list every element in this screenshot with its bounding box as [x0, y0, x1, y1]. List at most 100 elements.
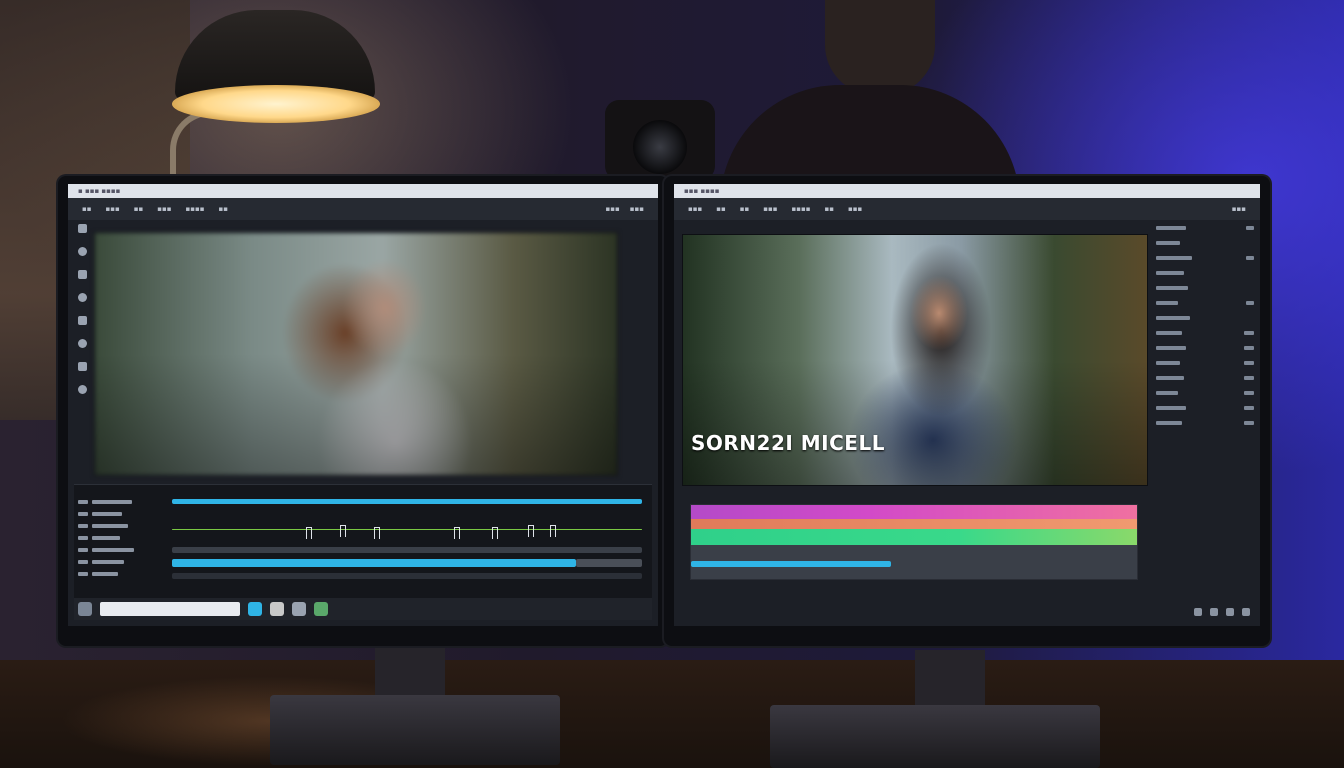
- menu-item[interactable]: ▪▪▪: [106, 205, 120, 213]
- clip-marker[interactable]: [340, 525, 346, 537]
- camera-lens: [633, 120, 687, 174]
- clip-marker[interactable]: [550, 525, 556, 537]
- status-icons: [1194, 608, 1250, 616]
- menu-item[interactable]: ▪▪▪: [157, 205, 171, 213]
- program-viewer[interactable]: SORN22I MICELL: [682, 234, 1148, 486]
- lamp-light: [172, 85, 380, 123]
- app-icon[interactable]: [248, 602, 262, 616]
- cut-tool-icon[interactable]: [77, 270, 87, 279]
- left-screen: ▪ ▪▪▪ ▪▪▪▪ ▪▪ ▪▪▪ ▪▪ ▪▪▪ ▪▪▪▪ ▪▪ ▪▪▪ ▪▪▪: [68, 184, 658, 626]
- menu-item[interactable]: ▪▪▪: [763, 205, 777, 213]
- video-clip[interactable]: [172, 499, 642, 504]
- pen-tool-icon[interactable]: [77, 316, 87, 325]
- grade-band-magenta: [691, 505, 1137, 519]
- left-monitor-base: [270, 695, 560, 765]
- track-label: [78, 499, 158, 505]
- title-overlay-text: SORN22I MICELL: [691, 431, 885, 455]
- audio-line[interactable]: [172, 529, 642, 530]
- panel-row[interactable]: [1156, 224, 1254, 231]
- menu-item[interactable]: ▪▪▪: [1232, 205, 1246, 213]
- right-titlebar: ▪▪▪ ▪▪▪▪: [674, 184, 1260, 198]
- search-input[interactable]: [100, 602, 240, 616]
- text-tool-icon[interactable]: [77, 362, 87, 371]
- menu-item[interactable]: ▪▪: [740, 205, 750, 213]
- panel-row[interactable]: [1156, 344, 1254, 351]
- panel-row[interactable]: [1156, 404, 1254, 411]
- menu-right: ▪▪▪ ▪▪▪: [606, 205, 644, 213]
- grade-band-green: [691, 529, 1137, 545]
- effects-panel: [1156, 224, 1254, 426]
- status-icon[interactable]: [1242, 608, 1250, 616]
- track-label: [78, 547, 158, 553]
- panel-row[interactable]: [1156, 284, 1254, 291]
- viewer-shade: [95, 233, 617, 475]
- grade-band-orange: [691, 519, 1137, 529]
- status-icon[interactable]: [1226, 608, 1234, 616]
- menu-item[interactable]: ▪▪▪: [606, 205, 620, 213]
- app-icon[interactable]: [292, 602, 306, 616]
- track-bar[interactable]: [172, 573, 642, 579]
- track-bar[interactable]: [576, 559, 642, 567]
- zoom-tool-icon[interactable]: [77, 293, 87, 302]
- panel-row[interactable]: [1156, 239, 1254, 246]
- track-bar[interactable]: [172, 547, 642, 553]
- tool-rail: [74, 224, 90, 394]
- panel-row[interactable]: [1156, 374, 1254, 381]
- left-timeline[interactable]: [74, 484, 652, 600]
- source-viewer[interactable]: [94, 232, 618, 476]
- panel-row[interactable]: [1156, 419, 1254, 426]
- menu-item[interactable]: ▪▪: [716, 205, 726, 213]
- hand-tool-icon[interactable]: [77, 339, 87, 348]
- menu-item[interactable]: ▪▪▪▪: [791, 205, 810, 213]
- left-monitor: ▪ ▪▪▪ ▪▪▪▪ ▪▪ ▪▪▪ ▪▪ ▪▪▪ ▪▪▪▪ ▪▪ ▪▪▪ ▪▪▪: [58, 176, 668, 646]
- clip-marker[interactable]: [374, 527, 380, 539]
- clip-marker[interactable]: [528, 525, 534, 537]
- menu-item[interactable]: ▪▪: [218, 205, 228, 213]
- track-label: [78, 571, 158, 577]
- menu-item[interactable]: ▪▪: [824, 205, 834, 213]
- app-icon[interactable]: [314, 602, 328, 616]
- panel-row[interactable]: [1156, 299, 1254, 306]
- panel-row[interactable]: [1156, 329, 1254, 336]
- menu-item[interactable]: ▪▪: [82, 205, 92, 213]
- panel-row[interactable]: [1156, 269, 1254, 276]
- clip-marker[interactable]: [492, 527, 498, 539]
- photo-scene: ▪ ▪▪▪ ▪▪▪▪ ▪▪ ▪▪▪ ▪▪ ▪▪▪ ▪▪▪▪ ▪▪ ▪▪▪ ▪▪▪: [0, 0, 1344, 768]
- clip-marker[interactable]: [306, 527, 312, 539]
- select-tool-icon[interactable]: [77, 224, 87, 233]
- menu-item[interactable]: ▪▪▪: [848, 205, 862, 213]
- track-label: [78, 511, 158, 517]
- color-grade-timeline[interactable]: [690, 504, 1138, 580]
- menu-item[interactable]: ▪▪▪▪: [185, 205, 204, 213]
- panel-row[interactable]: [1156, 359, 1254, 366]
- start-icon[interactable]: [78, 602, 92, 616]
- right-monitor: ▪▪▪ ▪▪▪▪ ▪▪▪ ▪▪ ▪▪ ▪▪▪ ▪▪▪▪ ▪▪ ▪▪▪ ▪▪▪ S…: [664, 176, 1270, 646]
- color-tool-icon[interactable]: [77, 385, 87, 394]
- status-icon[interactable]: [1210, 608, 1218, 616]
- folder-icon[interactable]: [270, 602, 284, 616]
- video-clip[interactable]: [691, 561, 891, 567]
- taskbar: [74, 598, 652, 620]
- person-silhouette: [720, 0, 1020, 205]
- title-glyphs: ▪▪▪ ▪▪▪▪: [684, 187, 720, 195]
- track-label: [78, 559, 158, 565]
- menu-item[interactable]: ▪▪▪: [688, 205, 702, 213]
- panel-row[interactable]: [1156, 314, 1254, 321]
- panel-row[interactable]: [1156, 389, 1254, 396]
- title-glyphs: ▪ ▪▪▪ ▪▪▪▪: [78, 187, 121, 195]
- track-label: [78, 523, 158, 529]
- left-menubar: ▪▪ ▪▪▪ ▪▪ ▪▪▪ ▪▪▪▪ ▪▪ ▪▪▪ ▪▪▪: [68, 198, 658, 220]
- menu-right: ▪▪▪: [1232, 205, 1246, 213]
- left-monitor-stand: [375, 640, 445, 700]
- panel-row[interactable]: [1156, 254, 1254, 261]
- track-label: [78, 535, 158, 541]
- status-icon[interactable]: [1194, 608, 1202, 616]
- person-head: [825, 0, 935, 95]
- right-monitor-stand: [915, 650, 985, 710]
- crop-tool-icon[interactable]: [77, 247, 87, 256]
- clip-marker[interactable]: [454, 527, 460, 539]
- camera: [605, 100, 715, 180]
- video-clip[interactable]: [172, 559, 576, 567]
- menu-item[interactable]: ▪▪▪: [630, 205, 644, 213]
- menu-item[interactable]: ▪▪: [134, 205, 144, 213]
